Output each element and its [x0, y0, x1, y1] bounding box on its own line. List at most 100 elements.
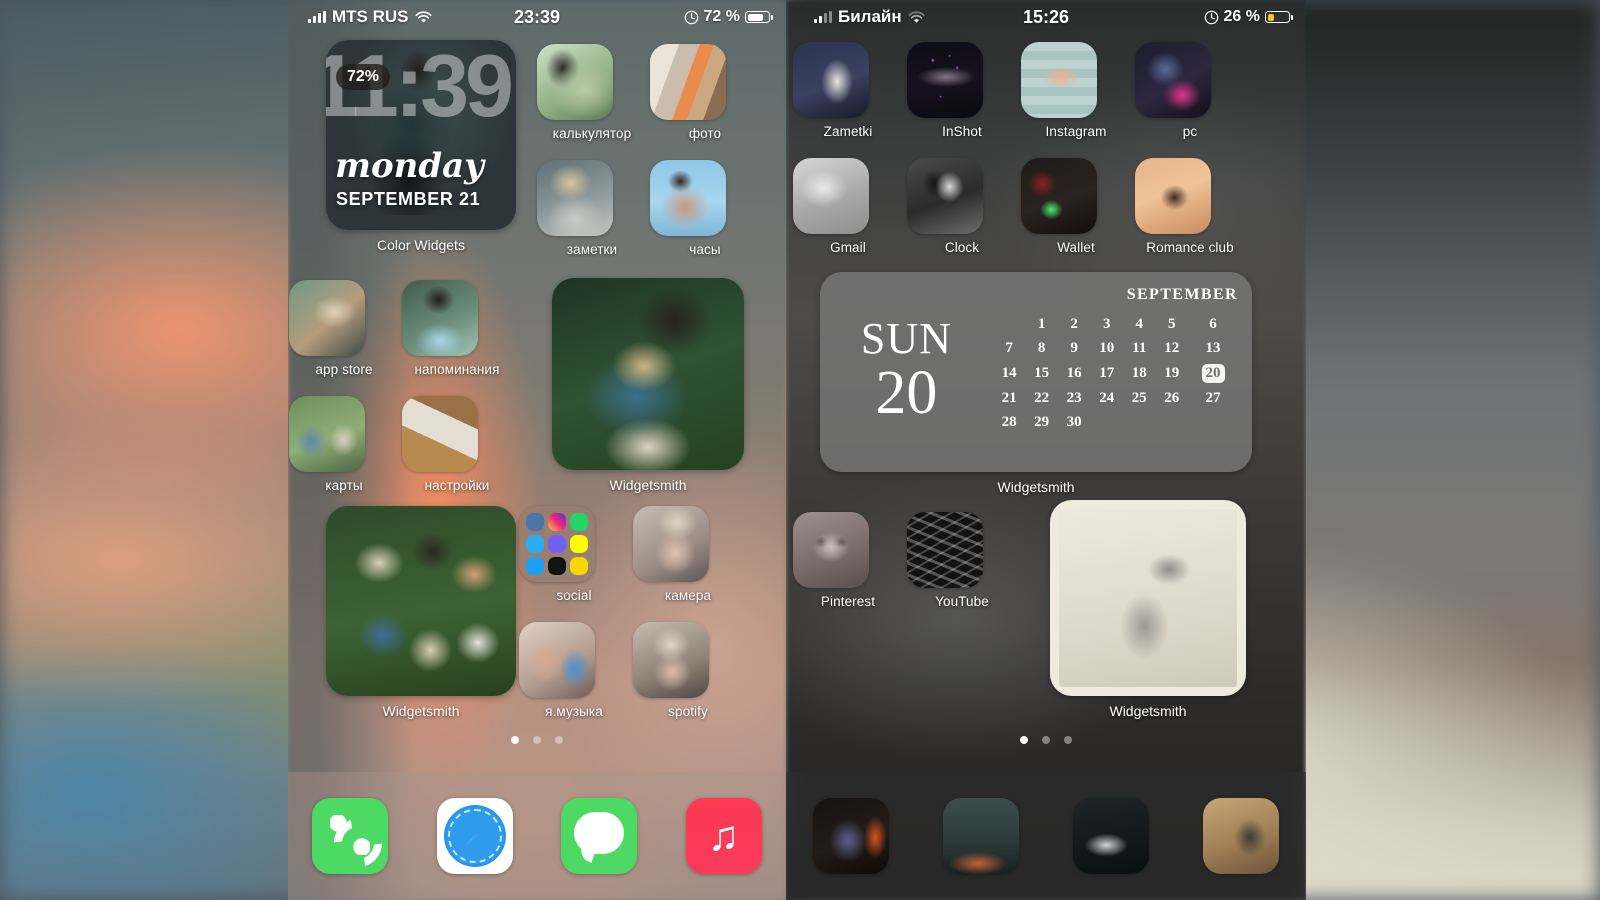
- status-time: 15:26: [1022, 6, 1070, 27]
- app-chasy[interactable]: часы: [650, 160, 760, 257]
- messages-bubble-icon[interactable]: [561, 798, 638, 874]
- calendar-day-cell: 19: [1164, 364, 1180, 381]
- app-inshot[interactable]: InShot: [907, 42, 1017, 139]
- photo-icon-night-sky[interactable]: [943, 798, 1019, 874]
- calendar-day-cell: 3: [1102, 315, 1111, 332]
- app-label: я.музыка: [545, 704, 603, 719]
- mini-icon-vk: [526, 513, 544, 531]
- page-dots-right[interactable]: [786, 736, 1306, 744]
- calendar-day: 20: [875, 359, 938, 428]
- app-kamera[interactable]: камера: [633, 506, 743, 603]
- page-dots-left[interactable]: [288, 736, 786, 744]
- calendar-day-cell: 17: [1099, 364, 1115, 381]
- photo-icon-dino-lamp: [1021, 158, 1097, 234]
- calendar-day-cell: 9: [1070, 339, 1078, 356]
- calendar-day-cell: 15: [1034, 364, 1050, 381]
- photo-icon-appstore: [289, 280, 365, 356]
- widget-calendar[interactable]: SUN 20 SEPTEMBER 1 2 3 4 5 6 7 8 9 10 11 12 13 14 15 16…: [820, 272, 1252, 495]
- widget-color-widgets[interactable]: 11:39 72% monday SEPTEMBER 21 Color Widg…: [326, 40, 516, 253]
- widget-widgetsmith-photo-top[interactable]: Widgetsmith: [552, 278, 744, 493]
- photo-icon-dragon: [1135, 42, 1211, 118]
- app-label: Romance club: [1146, 240, 1234, 255]
- page-dot[interactable]: [555, 736, 563, 744]
- app-foto[interactable]: фото: [650, 44, 760, 141]
- phone-screen-right: Билайн 15:26 26 % Zametki InShot Instagr…: [786, 0, 1306, 900]
- app-zametki[interactable]: Zametki: [793, 42, 903, 139]
- app-label: Pinterest: [820, 594, 876, 609]
- mini-icon-messages: [570, 557, 588, 575]
- calendar-empty-cell: [1123, 410, 1156, 434]
- app-wallet[interactable]: Wallet: [1021, 158, 1131, 255]
- calendar-day-cell: 20: [1188, 360, 1238, 386]
- app-nastroyki[interactable]: настройки: [402, 396, 512, 493]
- mini-icon-twitter: [526, 557, 544, 575]
- status-bar-right: Билайн 15:26 26 %: [786, 0, 1306, 34]
- calendar-day-cell: 18: [1131, 364, 1147, 381]
- safari-compass-icon[interactable]: [436, 798, 513, 874]
- calendar-day-cell: 27: [1205, 389, 1221, 406]
- app-clock[interactable]: Clock: [907, 158, 1017, 255]
- music-note-icon[interactable]: ♫: [685, 798, 762, 874]
- photo-icon-clock: [650, 160, 726, 236]
- app-label: Instagram: [1045, 124, 1107, 139]
- calendar-week-row: 28 29 30: [993, 410, 1238, 434]
- calendar-day-cell: 8: [1037, 339, 1046, 356]
- photo-widget-image: [552, 278, 744, 470]
- app-youtube[interactable]: YouTube: [907, 512, 1017, 609]
- calendar-day-cell: 10: [1099, 339, 1115, 356]
- calendar-day-cell: 22: [1034, 389, 1050, 406]
- widget-label: Widgetsmith: [1109, 703, 1187, 719]
- calendar-empty-cell: [1156, 410, 1189, 434]
- calendar-weekday: SUN: [860, 314, 952, 364]
- calendar-day-cell: 21: [1001, 389, 1017, 406]
- app-napominaniya[interactable]: напоминания: [402, 280, 512, 377]
- photo-icon-notes: [537, 160, 613, 236]
- photo-icon-angel: [793, 42, 869, 118]
- app-karty[interactable]: карты: [289, 396, 399, 493]
- photo-icon-nosleep: [907, 42, 983, 118]
- calendar-grid: 1 2 3 4 5 6 7 8 9 10 11 12 13 14 15 16 17 18 19 20 21 22 23 24 2…: [993, 312, 1238, 434]
- calendar-day-cell: 14: [1001, 364, 1017, 381]
- phone-icon[interactable]: [312, 798, 389, 874]
- photo-icon-dragon-head[interactable]: [813, 798, 889, 874]
- calendar-month: SEPTEMBER: [1126, 286, 1238, 303]
- widget-weekday: monday: [335, 146, 484, 186]
- app-app-store[interactable]: app store: [289, 280, 399, 377]
- status-time: 23:39: [513, 6, 561, 27]
- page-dot[interactable]: [1020, 736, 1028, 744]
- app-social-folder[interactable]: social: [519, 506, 629, 603]
- calendar-day-cell: 4: [1135, 315, 1144, 332]
- app-romance-club[interactable]: Romance club: [1135, 158, 1245, 255]
- home-grid-right: Zametki InShot Instagram pc Gmail Clock …: [786, 34, 1306, 900]
- app-label: social: [556, 588, 592, 603]
- photo-icon-photos: [650, 44, 726, 120]
- phone-screen-left: MTS RUS 23:39 72 % 11:39 72% monday SEPT…: [288, 0, 786, 900]
- app-pinterest[interactable]: Pinterest: [793, 512, 903, 609]
- app-gmail[interactable]: Gmail: [793, 158, 903, 255]
- photo-icon-calculator: [537, 44, 613, 120]
- app-ya-muzyka[interactable]: я.музыка: [519, 622, 629, 719]
- photo-icon-dino-pattern: [907, 512, 983, 588]
- calendar-week-row: 1 2 3 4 5 6: [993, 312, 1238, 336]
- app-zametki[interactable]: заметки: [537, 160, 647, 257]
- app-kalkulyator[interactable]: калькулятор: [537, 44, 647, 141]
- app-spotify[interactable]: spotify: [633, 622, 743, 719]
- mini-icon-snapchat: [570, 535, 588, 553]
- photo-icon-creature[interactable]: [1073, 798, 1149, 874]
- app-label: Wallet: [1057, 240, 1095, 255]
- page-dot[interactable]: [533, 736, 541, 744]
- mini-icon-viber: [548, 535, 566, 553]
- photo-icon-godzilla[interactable]: [1203, 798, 1279, 874]
- page-dot[interactable]: [511, 736, 519, 744]
- app-instagram[interactable]: Instagram: [1021, 42, 1131, 139]
- app-pc[interactable]: pc: [1135, 42, 1245, 139]
- page-dot[interactable]: [1064, 736, 1072, 744]
- app-label: карты: [325, 478, 363, 493]
- calendar-day-cell: 2: [1070, 315, 1078, 332]
- widget-widgetsmith-photo[interactable]: Widgetsmith: [1050, 500, 1246, 719]
- calendar-day-cell: 30: [1066, 413, 1082, 430]
- widget-widgetsmith-photo-bottom[interactable]: Widgetsmith: [326, 506, 516, 719]
- folder-icon: [519, 506, 595, 582]
- page-dot[interactable]: [1042, 736, 1050, 744]
- widget-date: SEPTEMBER 21: [336, 189, 481, 209]
